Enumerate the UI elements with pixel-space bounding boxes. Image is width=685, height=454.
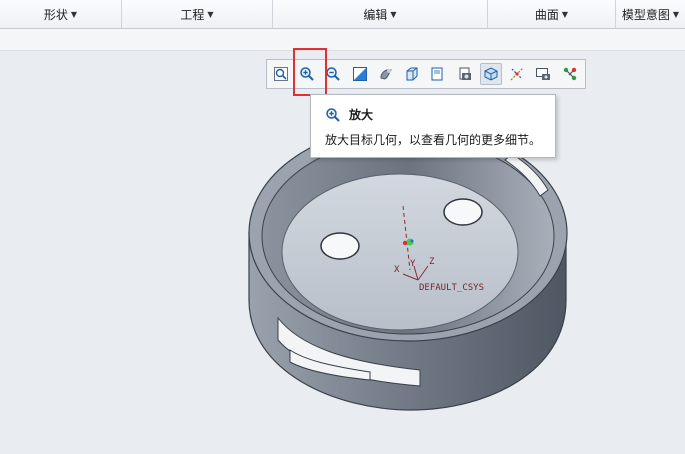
spin-center-icon (563, 67, 576, 81)
perspective-view-icon (459, 67, 471, 80)
tooltip-description: 放大目标几何，以查看几何的更多细节。 (325, 133, 542, 147)
appearance-button[interactable] (480, 63, 502, 85)
zoom-out-icon (326, 67, 341, 81)
datum-display-button[interactable] (506, 63, 528, 85)
view-toolbar (266, 59, 586, 89)
datum-display-icon (510, 67, 524, 81)
refit-icon (273, 67, 288, 81)
spin-center-button[interactable] (559, 63, 581, 85)
annotation-display-button[interactable] (533, 63, 555, 85)
view-manager-icon (431, 67, 443, 81)
tooltip-title: 放大 (325, 106, 373, 123)
csys-z-label: Z (429, 257, 435, 267)
floor-hole (320, 232, 360, 260)
saved-orientations-button[interactable] (401, 63, 423, 85)
annotation-display-icon (536, 68, 551, 80)
zoom-in-icon (300, 67, 314, 81)
floor-hole (443, 198, 483, 226)
zoom-in-button[interactable] (296, 63, 318, 85)
csys-x-label: X (394, 265, 400, 275)
zoom-out-button[interactable] (323, 63, 345, 85)
refit-button[interactable] (270, 63, 292, 85)
view-manager-button[interactable] (428, 63, 450, 85)
perspective-view-button[interactable] (454, 63, 476, 85)
zoom-in-tooltip: 放大 放大目标几何，以查看几何的更多细节。 (310, 94, 556, 158)
zoom-in-icon (326, 107, 340, 122)
tooltip-title-text: 放大 (349, 108, 374, 122)
display-style-button[interactable] (375, 63, 397, 85)
cup-floor (281, 173, 519, 331)
repaint-button[interactable] (349, 63, 371, 85)
appearance-icon (484, 67, 498, 81)
csys-y-label: Y (410, 259, 416, 269)
display-style-icon (380, 69, 392, 80)
repaint-icon (352, 67, 367, 81)
saved-orientations-icon (406, 67, 418, 81)
csys-name-label: DEFAULT_CSYS (419, 283, 484, 293)
